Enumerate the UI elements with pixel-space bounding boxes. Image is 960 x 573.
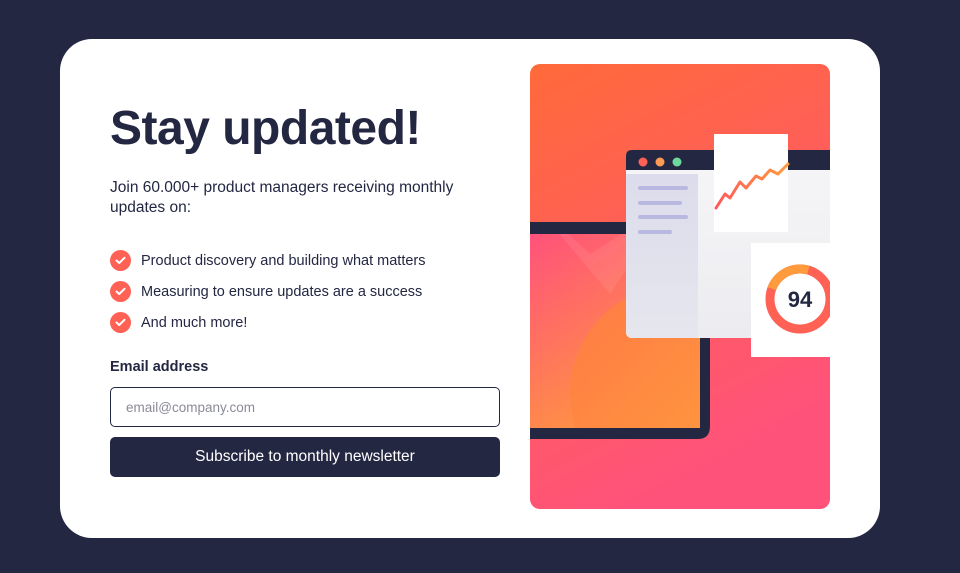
- check-icon: [110, 250, 131, 271]
- feature-text: Product discovery and building what matt…: [141, 252, 426, 269]
- check-icon: [110, 281, 131, 302]
- subscribe-button[interactable]: Subscribe to monthly newsletter: [110, 437, 500, 477]
- check-icon: [110, 312, 131, 333]
- score-value: 94: [788, 287, 813, 312]
- feature-text: And much more!: [141, 314, 248, 331]
- intro-text: Join 60.000+ product managers receiving …: [110, 179, 454, 216]
- dashboard-illustration: 94: [530, 64, 830, 509]
- email-label: Email address: [110, 359, 209, 375]
- feature-list: Product discovery and building what matt…: [110, 245, 426, 338]
- list-item: Product discovery and building what matt…: [110, 245, 426, 276]
- page-title: Stay updated!: [110, 102, 421, 155]
- list-item: Measuring to ensure updates are a succes…: [110, 276, 426, 307]
- email-field[interactable]: [110, 387, 500, 427]
- feature-text: Measuring to ensure updates are a succes…: [141, 283, 423, 300]
- newsletter-card: Stay updated! Join 60.000+ product manag…: [60, 39, 880, 538]
- score-card: 94: [751, 243, 830, 357]
- list-item: And much more!: [110, 307, 426, 338]
- line-chart-card: [714, 134, 790, 232]
